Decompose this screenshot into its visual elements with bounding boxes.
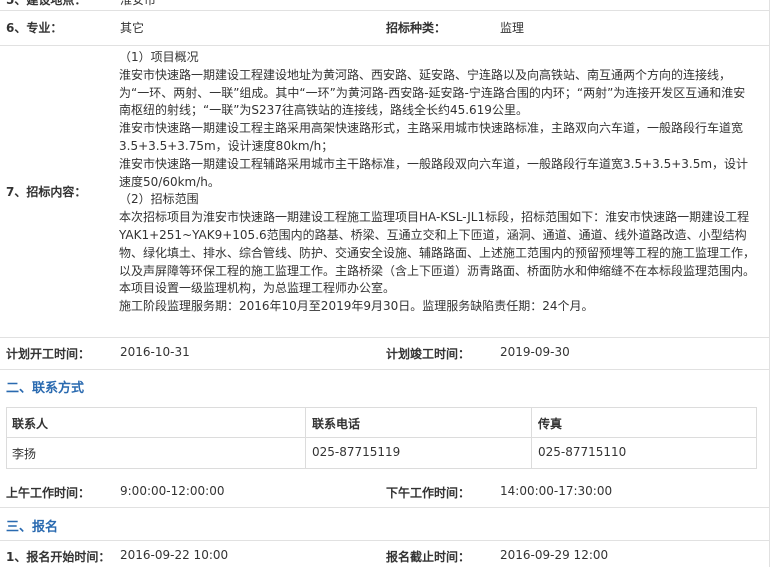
signup-row: 1、报名开始时间： 2016-09-22 10:00 报名截止时间： 2016-…: [0, 540, 770, 567]
content-line: 南枢纽的射线；“一联”为S237往高铁站的连接线，路线全长约45.619公里。: [119, 103, 528, 118]
content-line: 3.5+3.5+3.75m，设计速度80km/h；: [119, 138, 334, 153]
content-line: 物、绿化填土、排水、综合管线、防护、交通安全设施、辅路路面、上述施工范围内的预留…: [119, 245, 756, 260]
content-line: 为“一环、两射、一联”组成。其中“一环”为黄河路-西安路-延安路-宁连路合围的内…: [119, 85, 746, 100]
planned-start-label: 计划开工时间：: [6, 347, 91, 361]
location-label: 5、建设地点：: [6, 0, 87, 7]
signup-section-title: 三、报名: [6, 520, 59, 535]
contact-section-title: 二、联系方式: [6, 381, 85, 396]
signup-end-label: 报名截止时间：: [386, 550, 471, 564]
am-hours-value: 9:00:00-12:00:00: [120, 484, 225, 498]
content-line: 淮安市快速路一期建设工程建设地址为黄河路、西安路、延安路、宁连路以及向高铁站、南…: [119, 67, 732, 82]
tender-type-label: 招标种类：: [386, 21, 447, 35]
pm-hours-label: 下午工作时间：: [386, 486, 471, 500]
content-line: 本项目设置一级监理机构，为总监理工程师办公室。: [119, 281, 396, 296]
contact-person-header: 联系人: [12, 417, 49, 431]
planned-start-value: 2016-10-31: [120, 345, 190, 359]
right-border: [769, 0, 770, 567]
content-line: （1）项目概况: [119, 50, 199, 64]
content-line: 以及声屏障等环保工程的施工监理工作。主路桥梁（含上下匝道）沥青路面、桥面防水和伸…: [119, 263, 756, 278]
planned-end-label: 计划竣工时间：: [386, 347, 471, 361]
contact-person-value: 李扬: [12, 447, 37, 461]
schedule-row: 计划开工时间： 2016-10-31 计划竣工时间： 2019-09-30: [0, 338, 770, 370]
planned-end-value: 2019-09-30: [500, 345, 570, 359]
content-line: 淮安市快速路一期建设工程主路采用高架快速路形式，主路采用城市快速路标准，主路双向…: [119, 121, 744, 136]
fax-value: 025-87715110: [538, 445, 627, 459]
contact-phone-header: 联系电话: [312, 417, 361, 431]
content-line: YAK1+251~YAK9+105.6范围内的路基、桥梁、互通立交和上下匝道，涵…: [119, 227, 747, 242]
location-value: 淮安市: [120, 0, 157, 7]
tender-detail-page: 5、建设地点： 淮安市 6、专业： 其它 招标种类： 监理 7、招标内容： （1…: [0, 0, 779, 567]
signup-start-label: 1、报名开始时间：: [6, 550, 111, 564]
content-line: （2）招标范围: [119, 192, 199, 207]
content-line: 速度50/60km/h。: [119, 174, 220, 189]
tender-content-text: （1）项目概况 淮安市快速路一期建设工程建设地址为黄河路、西安路、延安路、宁连路…: [119, 49, 769, 316]
pm-hours-value: 14:00:00-17:30:00: [500, 484, 613, 498]
content-line: 淮安市快速路一期建设工程辅路采用城市主干路标准，一般路段双向六车道，一般路段行车…: [119, 156, 749, 171]
work-hours-row: 上午工作时间： 9:00:00-12:00:00 下午工作时间： 14:00:0…: [0, 477, 770, 508]
am-hours-label: 上午工作时间：: [6, 486, 91, 500]
content-line: 本次招标项目为淮安市快速路一期建设工程施工监理项目HA-KSL-JL1标段，招标…: [119, 210, 750, 225]
signup-end-value: 2016-09-29 12:00: [500, 548, 609, 562]
contact-table: 联系人 联系电话 传真 李扬 025-87715119 025-87715110: [6, 407, 757, 469]
content-line: 施工阶段监理服务期：2016年10月至2019年9月30日。监理服务缺陷责任期：…: [119, 299, 594, 314]
major-label: 6、专业：: [6, 21, 63, 35]
major-value: 其它: [120, 21, 145, 35]
tender-type-value: 监理: [500, 21, 525, 35]
content-label: 7、招标内容：: [6, 185, 87, 199]
signup-start-value: 2016-09-22 10:00: [120, 548, 229, 562]
major-row: 6、专业： 其它 招标种类： 监理: [0, 10, 770, 46]
fax-header: 传真: [538, 417, 563, 431]
contact-phone-value: 025-87715119: [312, 445, 401, 459]
